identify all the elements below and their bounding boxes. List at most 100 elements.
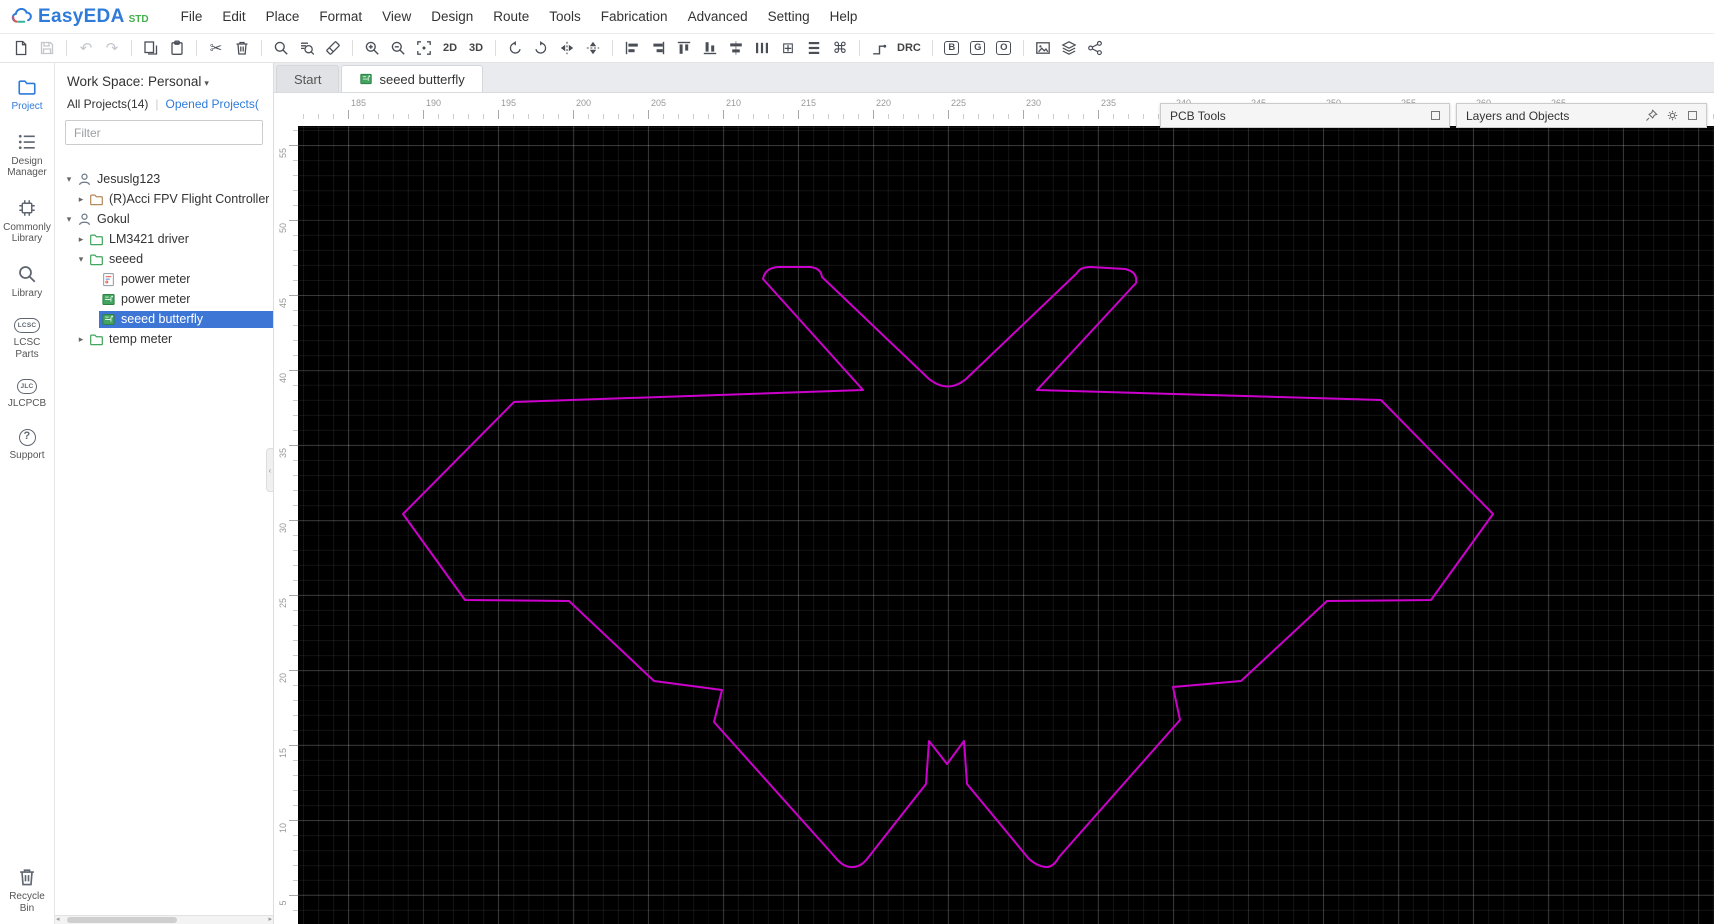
menu-file[interactable]: File xyxy=(171,4,213,29)
board-outline[interactable] xyxy=(402,266,1494,869)
eraser-icon[interactable] xyxy=(320,36,346,60)
layers-panel[interactable]: Layers and Objects xyxy=(1456,103,1707,128)
menu-fabrication[interactable]: Fabrication xyxy=(591,4,678,29)
sidebar-item-commonly-library[interactable]: Commonly Library xyxy=(0,198,54,245)
menu-tools[interactable]: Tools xyxy=(539,4,591,29)
h-ruler-label: 210 xyxy=(726,98,742,108)
scroll-right-arrow-icon[interactable]: ▸ xyxy=(268,915,272,924)
layers-icon[interactable] xyxy=(1056,36,1082,60)
align-center-icon[interactable] xyxy=(723,36,749,60)
menu-help[interactable]: Help xyxy=(820,4,868,29)
route-track-icon[interactable] xyxy=(866,36,892,60)
mirror-horizontal-icon[interactable] xyxy=(554,36,580,60)
order-icon[interactable]: O xyxy=(991,36,1017,60)
view-3d-button[interactable]: 3D xyxy=(463,36,489,60)
sidebar-item-library[interactable]: Library xyxy=(0,264,54,300)
find-component-icon[interactable] xyxy=(294,36,320,60)
filter-input[interactable] xyxy=(65,120,263,145)
share-icon[interactable] xyxy=(1082,36,1108,60)
mirror-vertical-icon[interactable] xyxy=(580,36,606,60)
array-icon[interactable]: ⊞ xyxy=(775,36,801,60)
menu-edit[interactable]: Edit xyxy=(212,4,255,29)
menu-view[interactable]: View xyxy=(372,4,421,29)
pcb-canvas[interactable] xyxy=(298,126,1714,924)
sidebar-item-lcsc-parts[interactable]: LCSC LCSC Parts xyxy=(0,318,54,360)
panel-collapse-handle[interactable]: ‹ xyxy=(266,448,273,492)
expand-panel-icon[interactable] xyxy=(1431,111,1440,120)
zoom-window-icon[interactable] xyxy=(411,36,437,60)
redo-icon[interactable]: ↷ xyxy=(99,36,125,60)
open-icon[interactable] xyxy=(8,36,34,60)
pcb-tools-panel[interactable]: PCB Tools xyxy=(1160,103,1450,128)
hscrollbar-thumb[interactable] xyxy=(67,917,177,923)
v-ruler-label: 35 xyxy=(278,448,288,459)
chevron-down-icon: ▾ xyxy=(204,78,209,88)
drc-button[interactable]: DRC xyxy=(892,36,926,60)
tree-item-power-meter[interactable]: power meter xyxy=(55,269,273,289)
align-bottom-icon[interactable] xyxy=(697,36,723,60)
tree-item-gokul[interactable]: ▾ Gokul xyxy=(55,209,273,229)
menu-route[interactable]: Route xyxy=(483,4,539,29)
easyeda-logo[interactable]: EasyEDA STD xyxy=(10,6,149,28)
sidebar-item-recycle-bin[interactable]: Recycle Bin xyxy=(0,867,54,914)
h-ruler-label: 215 xyxy=(801,98,817,108)
tab-start[interactable]: Start xyxy=(276,65,340,92)
tree-item-temp-meter[interactable]: ▸ temp meter xyxy=(55,329,273,349)
view-2d-button[interactable]: 2D xyxy=(437,36,463,60)
pin-icon[interactable] xyxy=(1645,109,1658,122)
toolbar-separator xyxy=(931,40,933,56)
tree-item-power-meter[interactable]: power meter xyxy=(55,289,273,309)
search-icon[interactable] xyxy=(268,36,294,60)
menu-design[interactable]: Design xyxy=(421,4,483,29)
tree-item-jesuslg123[interactable]: ▾ Jesuslg123 xyxy=(55,169,273,189)
all-projects-link[interactable]: All Projects(14) xyxy=(67,97,148,111)
sidebar-item-jlcpcb[interactable]: JLC JLCPCB xyxy=(0,379,54,410)
cut-icon[interactable]: ✂ xyxy=(203,36,229,60)
group-icon[interactable]: ⌘ xyxy=(827,36,853,60)
rotate-ccw-icon[interactable] xyxy=(502,36,528,60)
distribute-horizontal-icon[interactable] xyxy=(749,36,775,60)
menu-place[interactable]: Place xyxy=(256,4,310,29)
tree-item-lm3421-driver[interactable]: ▸ LM3421 driver xyxy=(55,229,273,249)
tab-seeed-butterfly[interactable]: seeed butterfly xyxy=(341,65,483,92)
sidebar-item-support[interactable]: ? Support xyxy=(0,428,54,462)
preview-icon[interactable] xyxy=(1030,36,1056,60)
delete-icon[interactable] xyxy=(229,36,255,60)
expander-closed-icon[interactable]: ▸ xyxy=(75,194,87,205)
menu-format[interactable]: Format xyxy=(309,4,372,29)
easyeda-app: { "app": { "brand": "EasyEDA", "brand_su… xyxy=(0,0,1714,924)
expander-closed-icon[interactable]: ▸ xyxy=(75,334,87,345)
gerber-icon[interactable]: G xyxy=(965,36,991,60)
sidebar-item-project[interactable]: Project xyxy=(0,77,54,113)
expander-open-icon[interactable]: ▾ xyxy=(63,174,75,185)
tree-item-r-acci-fpv-flight-controller-e[interactable]: ▸ (R)Acci FPV Flight Controller - E xyxy=(55,189,273,209)
bom-icon[interactable]: B xyxy=(939,36,965,60)
zoom-out-icon[interactable] xyxy=(385,36,411,60)
scroll-left-arrow-icon[interactable]: ◂ xyxy=(56,915,60,924)
align-right-icon[interactable] xyxy=(645,36,671,60)
expander-closed-icon[interactable]: ▸ xyxy=(75,234,87,245)
paste-icon[interactable] xyxy=(164,36,190,60)
tree-item-seeed-butterfly[interactable]: seeed butterfly xyxy=(55,309,273,329)
distribute-vertical-icon[interactable] xyxy=(801,36,827,60)
align-left-icon[interactable] xyxy=(619,36,645,60)
workspace-selector[interactable]: Work Space: Personal ▾ xyxy=(55,63,273,94)
sidebar-item-design-manager[interactable]: Design Manager xyxy=(0,132,54,179)
expander-open-icon[interactable]: ▾ xyxy=(75,254,87,265)
gear-icon[interactable] xyxy=(1666,109,1679,122)
align-top-icon[interactable] xyxy=(671,36,697,60)
collapse-panel-icon[interactable] xyxy=(1688,111,1697,120)
menu-setting[interactable]: Setting xyxy=(758,4,820,29)
rotate-cw-icon[interactable] xyxy=(528,36,554,60)
opened-projects-link[interactable]: Opened Projects( xyxy=(165,97,258,111)
menu-advanced[interactable]: Advanced xyxy=(678,4,758,29)
project-panel-hscrollbar[interactable]: ◂ ▸ xyxy=(55,915,273,924)
sidebar-item-label: LCSC Parts xyxy=(13,337,41,360)
undo-icon[interactable]: ↶ xyxy=(73,36,99,60)
copy-icon-glyph xyxy=(143,40,159,56)
save-icon[interactable] xyxy=(34,36,60,60)
zoom-in-icon[interactable] xyxy=(359,36,385,60)
tree-item-seeed[interactable]: ▾ seeed xyxy=(55,249,273,269)
copy-icon[interactable] xyxy=(138,36,164,60)
expander-open-icon[interactable]: ▾ xyxy=(63,214,75,225)
